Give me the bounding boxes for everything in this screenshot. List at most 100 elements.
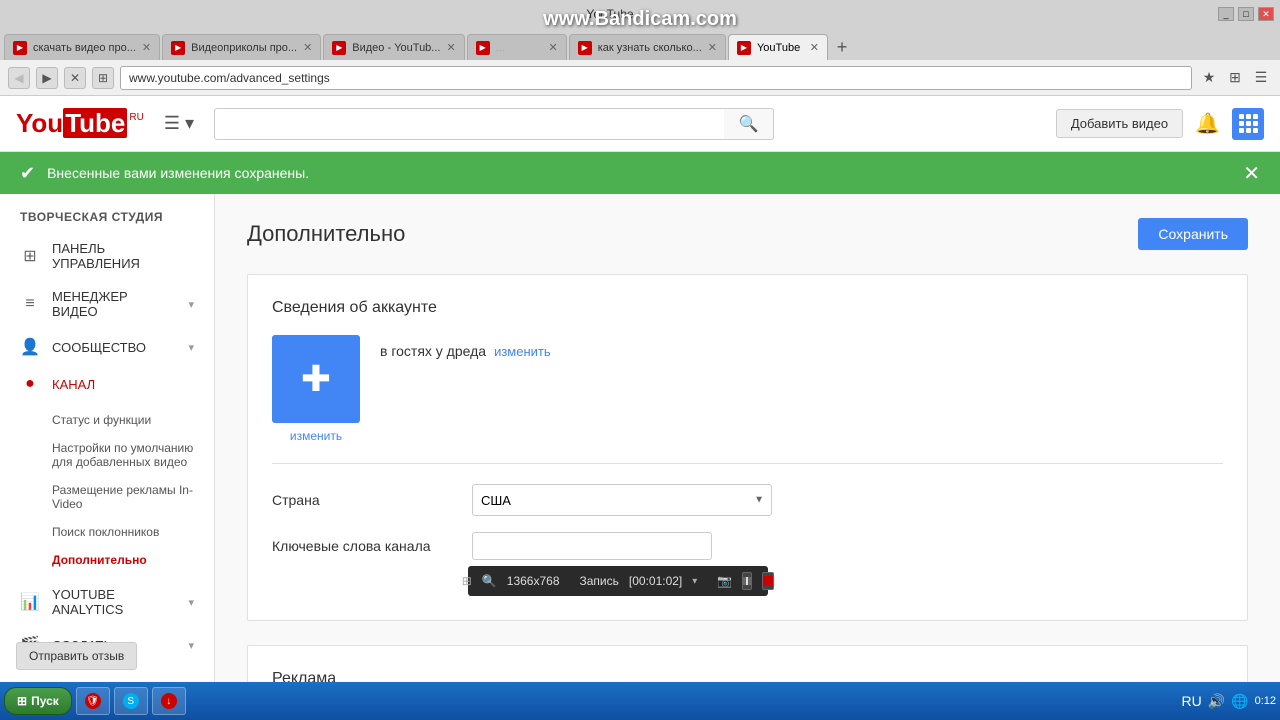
- community-icon: 👤: [20, 337, 40, 357]
- tab-2[interactable]: ▶ Видео - YouTub... ✕: [323, 34, 464, 60]
- chevron-down-icon-2: ▾: [188, 341, 194, 354]
- tab-label-4: как узнать сколько...: [598, 42, 702, 54]
- sidebar: ТВОРЧЕСКАЯ СТУДИЯ ⊞ ПАНЕЛЬ УПРАВЛЕНИЯ ≡ …: [0, 194, 215, 682]
- apps-grid-button[interactable]: [1232, 108, 1264, 140]
- sidebar-label-community: СООБЩЕСТВО: [52, 340, 176, 355]
- recording-label: Запись: [580, 574, 619, 588]
- sidebar-item-video-manager[interactable]: ≡ МЕНЕДЖЕР ВИДЕО ▾: [0, 280, 214, 328]
- account-section: Сведения об аккаунте ✚ изменить в гостях…: [247, 274, 1248, 621]
- close-button[interactable]: ✕: [1258, 7, 1274, 21]
- start-button[interactable]: ⊞ Пуск: [4, 687, 72, 715]
- country-select-wrapper: США: [472, 484, 772, 516]
- tab-close-4[interactable]: ✕: [708, 41, 717, 54]
- tab-favicon-1: ▶: [171, 41, 185, 55]
- back-button[interactable]: ◀: [8, 67, 30, 89]
- taskbar-download-item[interactable]: ↓: [152, 687, 186, 715]
- address-bar[interactable]: www.youtube.com/advanced_settings: [120, 66, 1192, 90]
- rec-screen-icon: ⊞: [462, 574, 472, 588]
- hamburger-icon[interactable]: ☰ ▾: [164, 113, 194, 134]
- maximize-button[interactable]: □: [1238, 7, 1254, 21]
- tab-close-0[interactable]: ✕: [142, 41, 151, 54]
- tab-label-1: Видеоприколы про...: [191, 42, 297, 54]
- notification-bell-icon[interactable]: 🔔: [1195, 111, 1220, 136]
- channel-icon: ●: [20, 375, 40, 393]
- tab-label-3: ...: [496, 42, 543, 54]
- avatar-block: ✚ изменить: [272, 335, 360, 443]
- chevron-down-icon-3: ▾: [188, 596, 194, 609]
- save-button[interactable]: Сохранить: [1138, 218, 1248, 250]
- rec-stop-button[interactable]: [762, 572, 774, 590]
- ads-section-title: Реклама: [272, 670, 1223, 682]
- logo-text: YouTube: [16, 108, 127, 139]
- sidebar-label-channel: КАНАЛ: [52, 377, 194, 392]
- sidebar-label-dashboard: ПАНЕЛЬ УПРАВЛЕНИЯ: [52, 241, 194, 271]
- sidebar-sub-fans[interactable]: Поиск поклонников: [0, 518, 214, 546]
- sidebar-sub-advanced[interactable]: Дополнительно: [0, 546, 214, 574]
- tab-favicon-2: ▶: [332, 41, 346, 55]
- rec-pause-button[interactable]: [742, 572, 752, 590]
- tab-close-3[interactable]: ✕: [548, 41, 557, 54]
- taskbar-skype-item[interactable]: S: [114, 687, 148, 715]
- avatar-change-link[interactable]: изменить: [290, 429, 342, 443]
- recording-resolution: 1366x768: [507, 574, 560, 588]
- rec-camera-icon: 📷: [717, 574, 732, 588]
- download-icon: ↓: [161, 693, 177, 709]
- recording-toolbar: ⊞ 🔍 1366x768 Запись [00:01:02] ▾ 📷: [468, 566, 1223, 596]
- taskbar-icon-1: 🛡: [85, 693, 101, 709]
- search-input[interactable]: [214, 108, 724, 140]
- tab-1[interactable]: ▶ Видеоприколы про... ✕: [162, 34, 321, 60]
- account-name-block: в гостях у дреда изменить: [380, 335, 551, 359]
- rec-dropdown-icon[interactable]: ▾: [692, 576, 697, 587]
- video-manager-icon: ≡: [20, 295, 40, 313]
- taskbar-security-item[interactable]: 🛡: [76, 687, 110, 715]
- search-button[interactable]: 🔍: [724, 108, 774, 140]
- sidebar-item-analytics[interactable]: 📊 YOUTUBE ANALYTICS ▾: [0, 578, 214, 626]
- tab-3[interactable]: ▶ ... ✕: [467, 34, 567, 60]
- logo-suffix: RU: [129, 112, 143, 123]
- keywords-input[interactable]: [472, 532, 712, 560]
- reload-button[interactable]: ✕: [64, 67, 86, 89]
- title-bar: YouTube _ □ ✕: [0, 0, 1280, 28]
- recording-time: [00:01:02]: [629, 574, 682, 588]
- bookmark-icon[interactable]: ★: [1198, 67, 1220, 89]
- sidebar-item-community[interactable]: 👤 СООБЩЕСТВО ▾: [0, 328, 214, 366]
- extensions-icon[interactable]: ⊞: [1224, 67, 1246, 89]
- notification-bar: ✔ Внесенные вами изменения сохранены. ✕: [0, 152, 1280, 194]
- tab-favicon-0: ▶: [13, 41, 27, 55]
- system-tray: RU 🔊 🌐 0:12: [1181, 693, 1276, 710]
- add-video-button[interactable]: Добавить видео: [1056, 109, 1183, 138]
- sidebar-item-channel[interactable]: ● КАНАЛ: [0, 366, 214, 402]
- forward-button[interactable]: ▶: [36, 67, 58, 89]
- country-select[interactable]: США: [472, 484, 772, 516]
- sidebar-sub-invideo[interactable]: Размещение рекламы In-Video: [0, 476, 214, 518]
- tab-5[interactable]: ▶ YouTube ✕: [728, 34, 828, 60]
- network-icon[interactable]: 🌐: [1231, 693, 1248, 710]
- volume-icon[interactable]: 🔊: [1208, 693, 1225, 710]
- content-header: Дополнительно Сохранить: [247, 218, 1248, 250]
- sidebar-label-analytics: YOUTUBE ANALYTICS: [52, 587, 176, 617]
- menu-icon[interactable]: ☰: [1250, 67, 1272, 89]
- tab-label-2: Видео - YouTub...: [352, 42, 440, 54]
- tab-close-1[interactable]: ✕: [303, 41, 312, 54]
- windows-logo-icon: ⊞: [17, 694, 27, 708]
- system-time: 0:12: [1255, 694, 1276, 708]
- feedback-button[interactable]: Отправить отзыв: [16, 642, 137, 670]
- tab-4[interactable]: ▶ как узнать сколько... ✕: [569, 34, 726, 60]
- sidebar-sub-status[interactable]: Статус и функции: [0, 406, 214, 434]
- tab-0[interactable]: ▶ скачать видео про... ✕: [4, 34, 160, 60]
- sidebar-sub-defaults[interactable]: Настройки по умолчанию для добавленных в…: [0, 434, 214, 476]
- tab-close-2[interactable]: ✕: [446, 41, 455, 54]
- notification-close-button[interactable]: ✕: [1243, 161, 1260, 186]
- new-tab-button[interactable]: +: [830, 34, 854, 60]
- home-button[interactable]: ⊞: [92, 67, 114, 89]
- minimize-button[interactable]: _: [1218, 7, 1234, 21]
- account-change-link[interactable]: изменить: [494, 344, 551, 359]
- youtube-logo[interactable]: YouTube RU: [16, 108, 144, 139]
- content-area: Дополнительно Сохранить Сведения об акка…: [215, 194, 1280, 682]
- country-row: Страна США: [272, 484, 1223, 516]
- sidebar-item-dashboard[interactable]: ⊞ ПАНЕЛЬ УПРАВЛЕНИЯ: [0, 232, 214, 280]
- tab-favicon-5: ▶: [737, 41, 751, 55]
- tab-close-5[interactable]: ✕: [810, 41, 819, 54]
- sidebar-title: ТВОРЧЕСКАЯ СТУДИЯ: [0, 194, 214, 232]
- tab-bar: ▶ скачать видео про... ✕ ▶ Видеоприколы …: [0, 28, 1280, 60]
